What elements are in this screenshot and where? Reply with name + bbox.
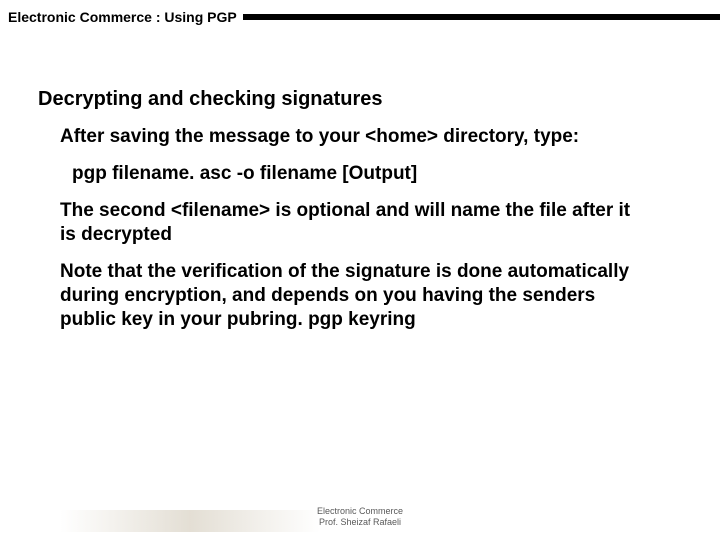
command-line: pgp filename. asc -o filename [Output] [72,163,670,185]
paragraph-note: Note that the verification of the signat… [60,260,650,331]
slide-content: Decrypting and checking signatures After… [0,28,720,332]
footer-course: Electronic Commerce [0,506,720,517]
header-rule [243,14,720,20]
slide-footer: Electronic Commerce Prof. Sheizaf Rafael… [0,506,720,528]
paragraph-intro: After saving the message to your <home> … [60,125,650,149]
slide-header: Electronic Commerce : Using PGP [0,0,720,28]
breadcrumb: Electronic Commerce : Using PGP [8,9,243,25]
section-heading: Decrypting and checking signatures [38,88,670,111]
footer-author: Prof. Sheizaf Rafaeli [0,517,720,528]
paragraph-optional: The second <filename> is optional and wi… [60,199,650,247]
